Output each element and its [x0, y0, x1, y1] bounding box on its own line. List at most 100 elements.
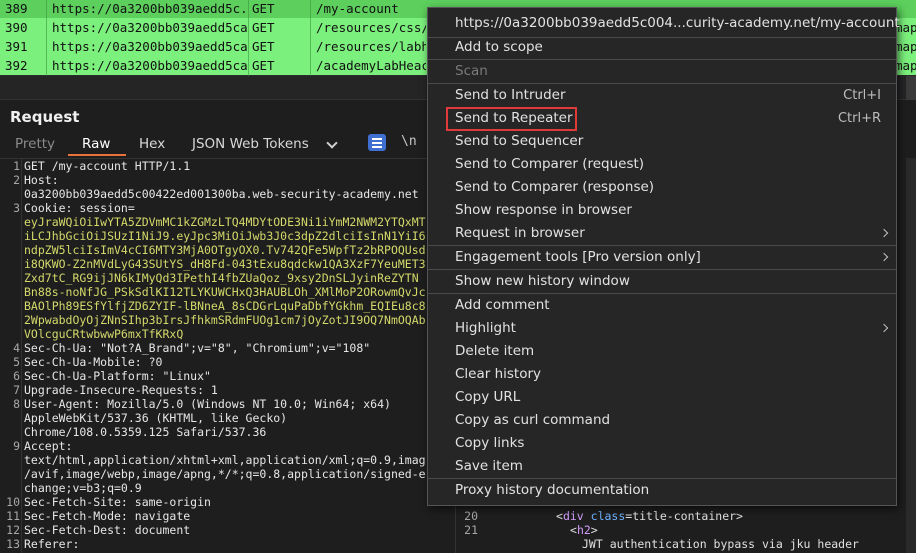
request-code-line: Sec-Fetch-Site: same-origin: [24, 495, 428, 509]
tab-raw[interactable]: Raw: [82, 136, 110, 152]
code-text: /avif,image/webp,image/apng,*/*;q=0.8,ap…: [24, 467, 426, 481]
request-code-line: 2WpwabdOyOjZNnSIhp3bIrsJfhkmSRdmFUOg1cm7…: [24, 313, 428, 327]
request-code-line: eyJraWQiOiIwYTA5ZDVmMC1kZGMzLTQ4MDYtODE3…: [24, 215, 428, 229]
newline-toggle-icon[interactable]: \n: [401, 134, 417, 149]
request-code-line: Sec-Fetch-Dest: document: [24, 523, 428, 537]
row-number: 390: [5, 20, 28, 35]
row-method: GET: [252, 1, 275, 16]
tab-hex[interactable]: Hex: [139, 136, 165, 152]
menu-item-copy-url[interactable]: Copy URL: [428, 386, 896, 409]
request-code-line: Referer:: [24, 537, 428, 551]
menu-item-label: Send to Intruder: [455, 87, 566, 103]
context-menu: https://0a3200bb039aedd5c004...curity-ac…: [427, 7, 900, 506]
line-number: 3: [13, 201, 20, 215]
request-code-line: Sec-Ch-Ua: "Not?A_Brand";v="8", "Chromiu…: [24, 341, 428, 355]
gutter-divider: [21, 158, 22, 553]
code-punct: <: [556, 509, 563, 523]
menu-item-save-item[interactable]: Save item: [428, 455, 896, 478]
code-text: AppleWebKit/537.36 (KHTML, like Gecko): [24, 411, 288, 425]
menu-item-label: Add comment: [455, 297, 550, 313]
menu-item-send-to-comparer-response[interactable]: Send to Comparer (response): [428, 176, 896, 199]
menu-item-delete-item[interactable]: Delete item: [428, 340, 896, 363]
code-text: Cookie:: [24, 201, 80, 215]
menu-item-copy-as-curl-command[interactable]: Copy as curl command: [428, 409, 896, 432]
response-code-line: <div class=title-container>: [556, 509, 743, 523]
row-url: https://0a3200bb039aedd5ca...: [52, 20, 247, 35]
code-text: Sec-Fetch-Dest: document: [24, 523, 191, 537]
menu-item-copy-links[interactable]: Copy links: [428, 432, 896, 455]
menu-item-label: Send to Sequencer: [455, 133, 584, 149]
menu-item-add-to-scope[interactable]: Add to scope: [428, 36, 896, 59]
column-divider: [46, 0, 47, 76]
menu-item-add-comment[interactable]: Add comment: [428, 294, 896, 317]
cookie-value: Zxd7tC_RG9ijJN6kIMyQd3IPethI4fbZUaQoz_9x…: [24, 271, 419, 285]
scrollbar[interactable]: [906, 158, 916, 553]
request-panel-title: Request: [10, 108, 80, 126]
row-number: 389: [5, 1, 28, 16]
request-code-line: BAOlPh89ESfYlfjZD6ZYIF-lBNneA_8sCDGrLquP…: [24, 299, 428, 313]
menu-item-engagement-tools-pro-version-only[interactable]: Engagement tools [Pro version only]: [428, 246, 896, 269]
column-divider: [248, 0, 249, 76]
request-code-line: text/html,application/xhtml+xml,applicat…: [24, 453, 428, 467]
line-number: 10: [6, 495, 20, 509]
cookie-value: eyJraWQiOiIwYTA5ZDVmMC1kZGMzLTQ4MDYtODE3…: [24, 215, 426, 229]
cookie-value: Bn88s-noNfJG_PSkSdlKI12TLYKUWCHxQ3HAUBLO…: [24, 285, 426, 299]
code-text: Accept:: [24, 439, 73, 453]
menu-item-label: Show response in browser: [455, 202, 632, 218]
menu-item-proxy-history-documentation[interactable]: Proxy history documentation: [428, 479, 896, 502]
row-path: /resources/css/lal: [316, 20, 426, 35]
row-path: /my-account: [316, 1, 399, 16]
request-code-line: GET /my-account HTTP/1.1: [24, 159, 428, 173]
code-text: text/html,application/xhtml+xml,applicat…: [24, 453, 426, 467]
menu-item-label: Delete item: [455, 343, 535, 359]
line-number: 21: [464, 523, 478, 537]
code-rest: =title-container>: [625, 509, 743, 523]
menu-item-show-new-history-window[interactable]: Show new history window: [428, 270, 896, 293]
line-number: 7: [13, 383, 20, 397]
request-code-line: iLCJhbGciOiJSUzI1NiJ9.eyJpc3MiOiJwb3J0c3…: [24, 229, 428, 243]
menu-item-clear-history[interactable]: Clear history: [428, 363, 896, 386]
menu-item-label: Copy links: [455, 435, 525, 451]
menu-item-send-to-sequencer[interactable]: Send to Sequencer: [428, 130, 896, 153]
request-code-line: Upgrade-Insecure-Requests: 1: [24, 383, 428, 397]
row-path: /academyLabHeac: [316, 58, 426, 73]
row-url: https://0a3200bb039aedd5ca...: [52, 58, 247, 73]
menu-item-show-response-in-browser[interactable]: Show response in browser: [428, 199, 896, 222]
request-code-line: Sec-Ch-Ua-Mobile: ?0: [24, 355, 428, 369]
tab-pretty[interactable]: Pretty: [15, 136, 55, 152]
line-number: 6: [13, 369, 20, 383]
code-tag: h2: [576, 523, 591, 537]
request-code-line: VOlcguCRtwbwwP6mxTfKRxQ: [24, 327, 428, 341]
line-number: 8: [13, 397, 20, 411]
menu-item-send-to-comparer-request[interactable]: Send to Comparer (request): [428, 153, 896, 176]
scrollbar[interactable]: [906, 76, 916, 100]
code-text: 0a3200bb039aedd5c00422ed001300ba.web-sec…: [24, 187, 419, 201]
menu-item-label: Highlight: [455, 320, 516, 336]
chevron-right-icon: [879, 323, 889, 333]
request-code-line: Bn88s-noNfJG_PSkSdlKI12TLYKUWCHxQ3HAUBLO…: [24, 285, 428, 299]
chevron-right-icon: [879, 228, 889, 238]
request-code-line: Accept:: [24, 439, 428, 453]
request-code-line: AppleWebKit/537.36 (KHTML, like Gecko): [24, 411, 428, 425]
row-number: 392: [5, 58, 28, 73]
code-text: change;v=b3;q=0.9: [24, 481, 142, 495]
request-code-line: Zxd7tC_RG9ijJN6kIMyQd3IPethI4fbZUaQoz_9x…: [24, 271, 428, 285]
row-number: 391: [5, 39, 28, 54]
tab-json-web-tokens[interactable]: JSON Web Tokens: [192, 136, 309, 152]
code-text: Sec-Ch-Ua: "Not?A_Brand";v="8", "Chromiu…: [24, 341, 371, 355]
menu-item-highlight[interactable]: Highlight: [428, 317, 896, 340]
word-wrap-icon[interactable]: [368, 134, 386, 151]
menu-item-request-in-browser[interactable]: Request in browser: [428, 222, 896, 245]
request-code-line: Cookie: session=: [24, 201, 428, 215]
menu-item-shortcut: Ctrl+I: [843, 88, 881, 103]
line-number: 9: [13, 439, 20, 453]
request-code-line: 0a3200bb039aedd5c00422ed001300ba.web-sec…: [24, 187, 428, 201]
row-extra: map: [895, 58, 916, 73]
request-code-line: Sec-Fetch-Mode: navigate: [24, 509, 428, 523]
row-url: https://0a3200bb039aedd5ca...: [52, 39, 247, 54]
menu-item-send-to-intruder[interactable]: Send to Intruder Ctrl+I: [428, 84, 896, 107]
cookie-value: ndpZW5lciIsImV4cCI6MTY3MjA0OTgyOX0.Tv742…: [24, 243, 426, 257]
request-view-tabs: Pretty Raw Hex JSON Web Tokens: [0, 132, 430, 156]
code-attr: class: [583, 509, 626, 523]
menu-item-label: Clear history: [455, 366, 542, 382]
